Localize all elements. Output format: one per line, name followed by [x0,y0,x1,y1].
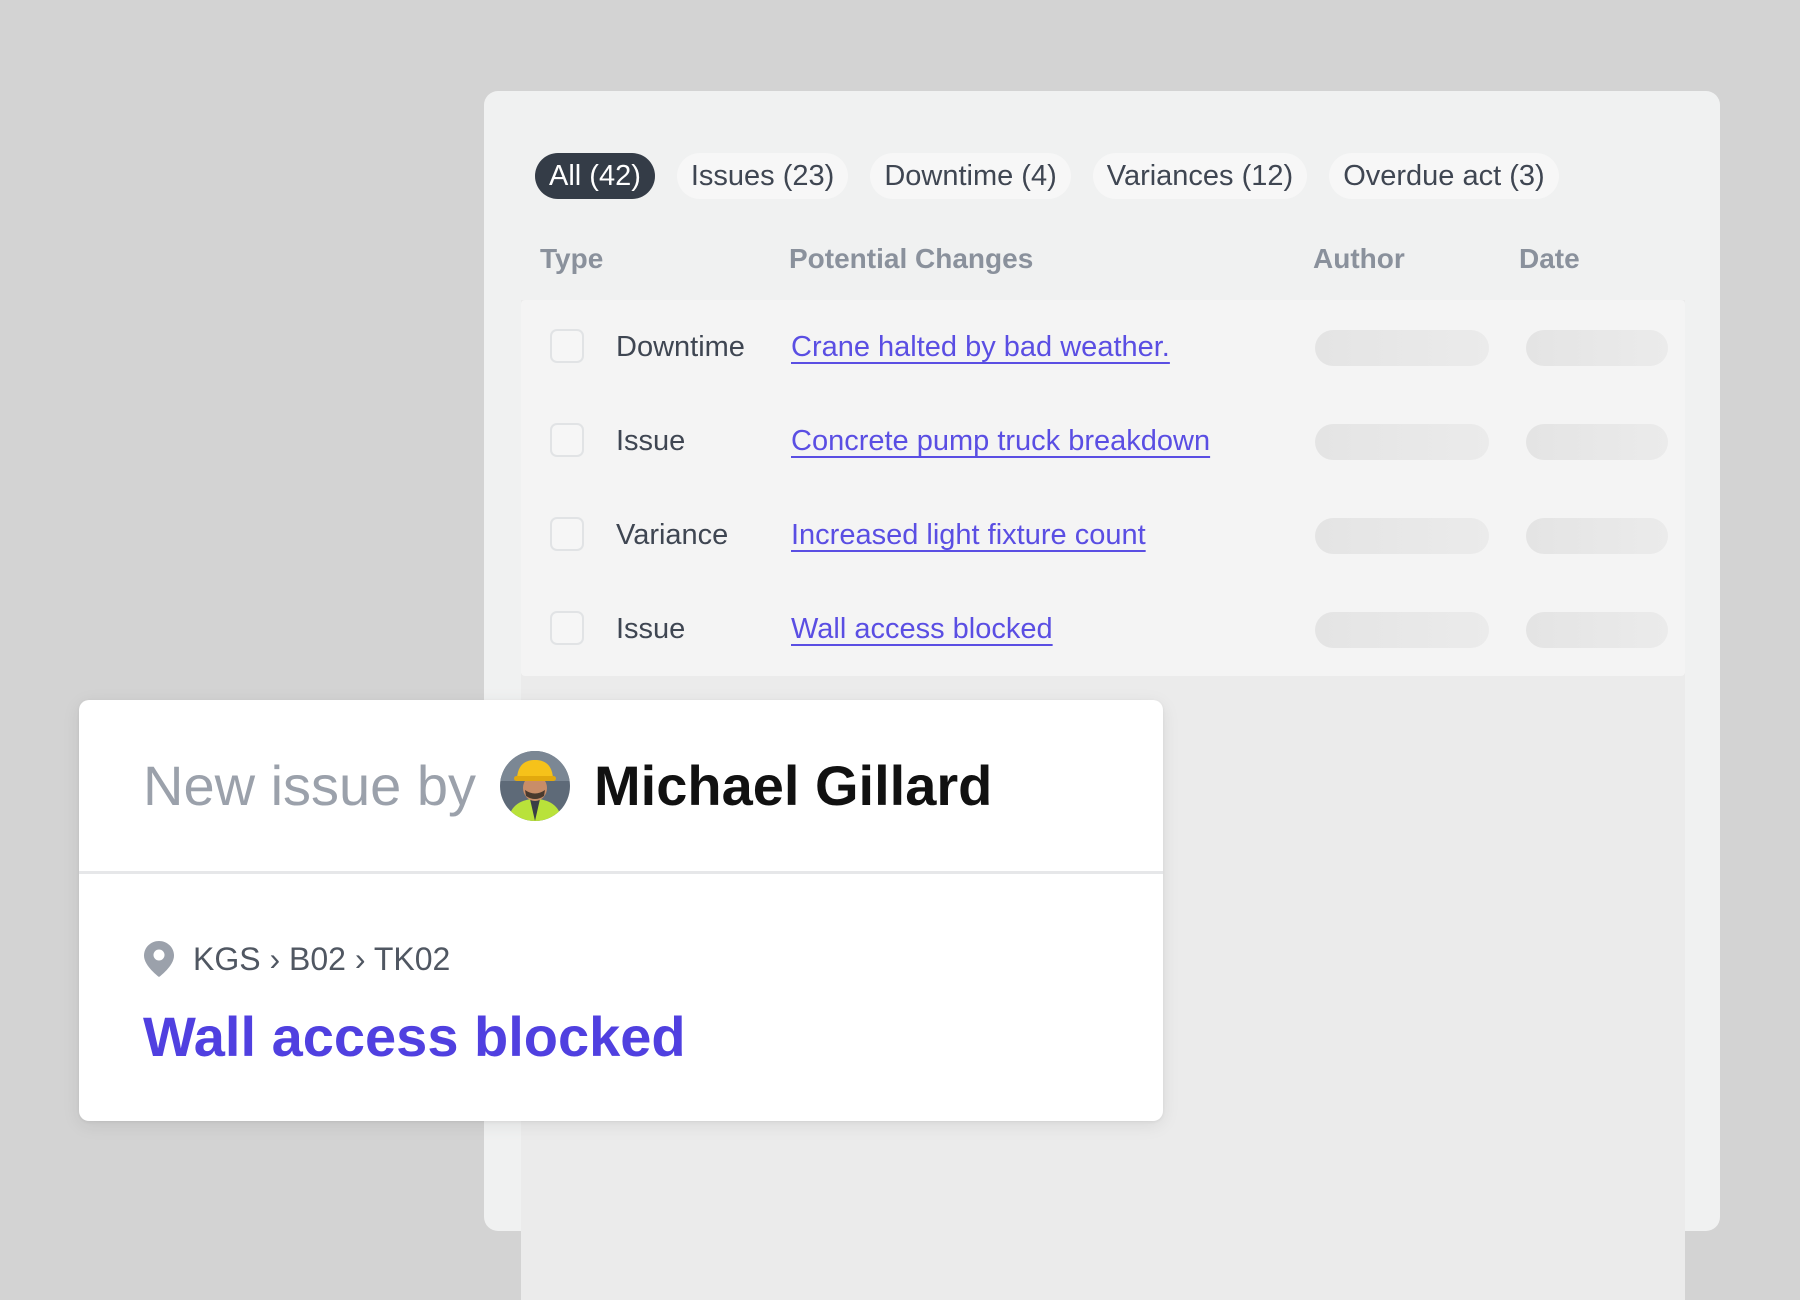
table-row: Issue Concrete pump truck breakdown [521,394,1685,488]
filter-chip-issues[interactable]: Issues (23) [676,153,849,199]
location-breadcrumb: KGS › B02 › TK02 [143,940,1163,978]
author-name[interactable]: Michael Gillard [594,753,992,818]
location-pin-icon [143,940,175,978]
filter-chip-downtime[interactable]: Downtime (4) [870,153,1071,199]
author-placeholder [1315,612,1489,648]
column-header-potential-changes: Potential Changes [789,243,1034,274]
row-change-link[interactable]: Wall access blocked [791,582,1053,676]
row-type: Downtime [616,331,745,363]
new-issue-card[interactable]: New issue by Michael Gillard KGS › B02 ›… [79,700,1163,1121]
column-header-type: Type [540,243,604,274]
filter-chip-all[interactable]: All (42) [535,153,655,199]
new-issue-label: New issue by [143,754,477,817]
author-placeholder [1315,330,1489,366]
row-change-link[interactable]: Concrete pump truck breakdown [791,394,1210,488]
date-placeholder [1526,612,1668,648]
date-placeholder [1526,424,1668,460]
author-placeholder [1315,424,1489,460]
filter-chip-variances[interactable]: Variances (12) [1092,153,1308,199]
issue-title[interactable]: Wall access blocked [143,1004,1163,1069]
row-type: Issue [616,613,686,645]
column-header-date: Date [1519,243,1580,274]
author-placeholder [1315,518,1489,554]
row-checkbox[interactable] [550,329,584,363]
row-type: Variance [616,519,729,551]
date-placeholder [1526,518,1668,554]
row-checkbox[interactable] [550,517,584,551]
card-header: New issue by Michael Gillard [79,700,1163,874]
column-header-author: Author [1313,243,1405,274]
row-checkbox[interactable] [550,611,584,645]
worker-avatar-icon [500,750,571,821]
filter-chips: All (42) Issues (23) Downtime (4) Varian… [535,153,1559,199]
table-row: Variance Increased light fixture count [521,488,1685,582]
row-checkbox[interactable] [550,423,584,457]
date-placeholder [1526,330,1668,366]
card-body: KGS › B02 › TK02 Wall access blocked [79,874,1163,1069]
row-change-link[interactable]: Increased light fixture count [791,488,1146,582]
table-body: Downtime Crane halted by bad weather. Is… [521,300,1685,676]
table-row: Downtime Crane halted by bad weather. [521,300,1685,394]
avatar [500,750,571,821]
row-change-link[interactable]: Crane halted by bad weather. [791,300,1170,394]
location-path: KGS › B02 › TK02 [193,940,451,977]
filter-chip-overdue[interactable]: Overdue act (3) [1329,153,1559,199]
row-type: Issue [616,425,686,457]
table-row: Issue Wall access blocked [521,582,1685,676]
